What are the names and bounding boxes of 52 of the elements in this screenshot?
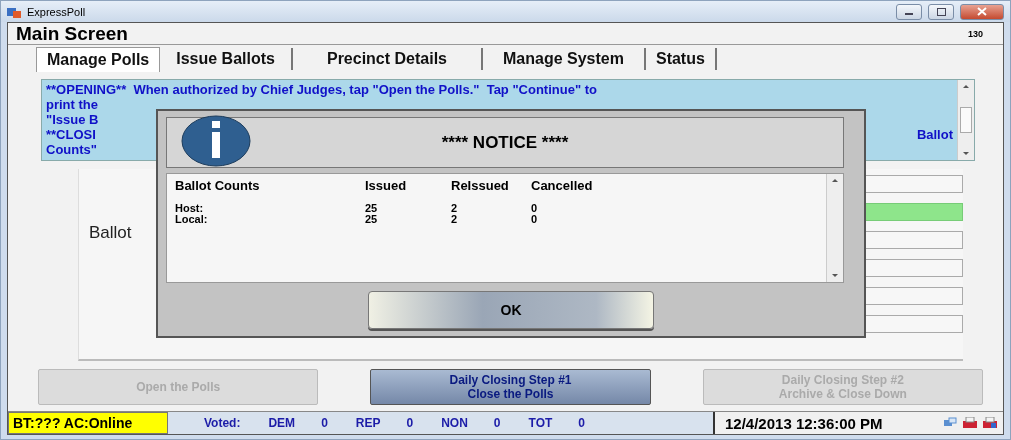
dialog-title: **** NOTICE ****: [440, 132, 570, 153]
table-cell-text: 0: [531, 203, 539, 214]
instruction-text: print the: [46, 97, 98, 112]
instruction-text: **OPENING** When authorized by Chief Judges, tap "Open the Polls." Tap "Continue" to: [46, 82, 597, 97]
vote-count: 0: [578, 416, 585, 430]
vote-count: 0: [406, 416, 414, 430]
table-cell-text: 25: [365, 203, 379, 214]
app-icon: [7, 5, 21, 18]
printer-icon: [963, 417, 977, 429]
column-header: Issued: [365, 178, 408, 193]
scrollbar[interactable]: [826, 174, 843, 282]
vote-count: 0: [321, 416, 328, 430]
network-icon: [943, 417, 957, 429]
tab[interactable]: Precinct Details: [292, 48, 483, 70]
printer-icon: [983, 417, 997, 429]
screen-title: Main Screen: [16, 22, 128, 45]
tab[interactable]: Status: [645, 48, 717, 70]
instruction-text: Ballot: [916, 127, 953, 142]
instruction-text: Counts": [46, 142, 97, 157]
ballot-label: Ballot: [89, 223, 132, 244]
close-icon: [977, 7, 987, 16]
column-header: Cancelled: [531, 178, 594, 193]
window-title: ExpressPoll: [27, 5, 86, 18]
maximize-icon: [936, 7, 946, 16]
connection-status: BT:??? AC:Online: [8, 412, 168, 434]
close-button[interactable]: [960, 3, 1004, 20]
tab[interactable]: Issue Ballots: [160, 48, 293, 70]
table-cell-text: 2: [451, 214, 459, 225]
table-cell-text: Local:: [175, 214, 209, 225]
info-icon: [181, 115, 251, 167]
voted-label: Voted:: [204, 416, 241, 430]
instruction-text: **CLOSI: [46, 127, 96, 142]
table-cell-text: 2: [451, 203, 459, 214]
column-header: ReIssued: [451, 178, 510, 193]
table-cell-text: Host:: [175, 203, 205, 214]
minimize-button[interactable]: [896, 3, 922, 20]
action-button[interactable]: Daily Closing Step #1 Close the Polls: [370, 369, 651, 405]
maximize-button[interactable]: [928, 3, 954, 20]
vote-count: 0: [493, 416, 501, 430]
table-cell-text: 0: [531, 214, 539, 225]
instruction-text: "Issue B: [46, 112, 99, 127]
party-label: REP: [355, 416, 381, 430]
scrollbar[interactable]: [957, 80, 974, 160]
screen-number: 130: [967, 28, 983, 39]
tab[interactable]: Manage Polls: [36, 46, 161, 72]
ok-button[interactable]: OK: [368, 291, 654, 329]
party-label: DEM: [268, 416, 296, 430]
party-label: NON: [441, 416, 468, 430]
party-label: TOT: [528, 416, 553, 430]
column-header: Ballot Counts: [175, 178, 261, 193]
tab[interactable]: Manage System: [483, 48, 646, 70]
table-cell-text: 25: [365, 214, 379, 225]
